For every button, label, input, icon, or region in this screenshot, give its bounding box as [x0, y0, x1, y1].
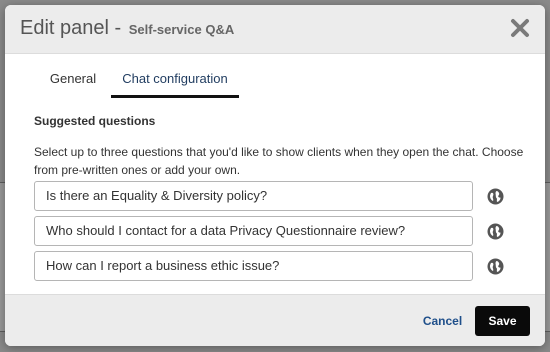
modal-subtitle: Self-service Q&A: [128, 22, 235, 37]
help-text: Select up to three questions that you'd …: [34, 145, 524, 177]
save-button[interactable]: Save: [475, 306, 530, 336]
question-input[interactable]: Is there an Equality & Diversity policy?: [34, 181, 473, 211]
question-row: Is there an Equality & Diversity policy?: [34, 181, 524, 211]
edit-panel-modal: Edit panel - Self-service Q&A General Ch…: [5, 5, 545, 346]
globe-icon[interactable]: [487, 223, 504, 240]
question-input[interactable]: Who should I contact for a data Privacy …: [34, 216, 473, 246]
question-row: Who should I contact for a data Privacy …: [34, 216, 524, 246]
section-title: Suggested questions: [34, 114, 156, 128]
globe-icon[interactable]: [487, 258, 504, 275]
modal-title: Edit panel - Self-service Q&A: [20, 17, 234, 40]
question-input[interactable]: How can I report a business ethic issue?: [34, 251, 473, 281]
tab-general[interactable]: General: [35, 64, 111, 98]
globe-icon[interactable]: [487, 188, 504, 205]
modal-footer: Cancel Save: [5, 294, 545, 346]
tab-chat-configuration[interactable]: Chat configuration: [111, 64, 239, 98]
close-icon: [510, 18, 530, 38]
question-row: How can I report a business ethic issue?: [34, 251, 524, 281]
modal-header: Edit panel - Self-service Q&A: [5, 5, 545, 54]
tab-bar: General Chat configuration: [35, 64, 239, 98]
close-button[interactable]: [510, 18, 530, 38]
cancel-button[interactable]: Cancel: [415, 308, 470, 334]
modal-title-text: Edit panel -: [20, 17, 127, 39]
